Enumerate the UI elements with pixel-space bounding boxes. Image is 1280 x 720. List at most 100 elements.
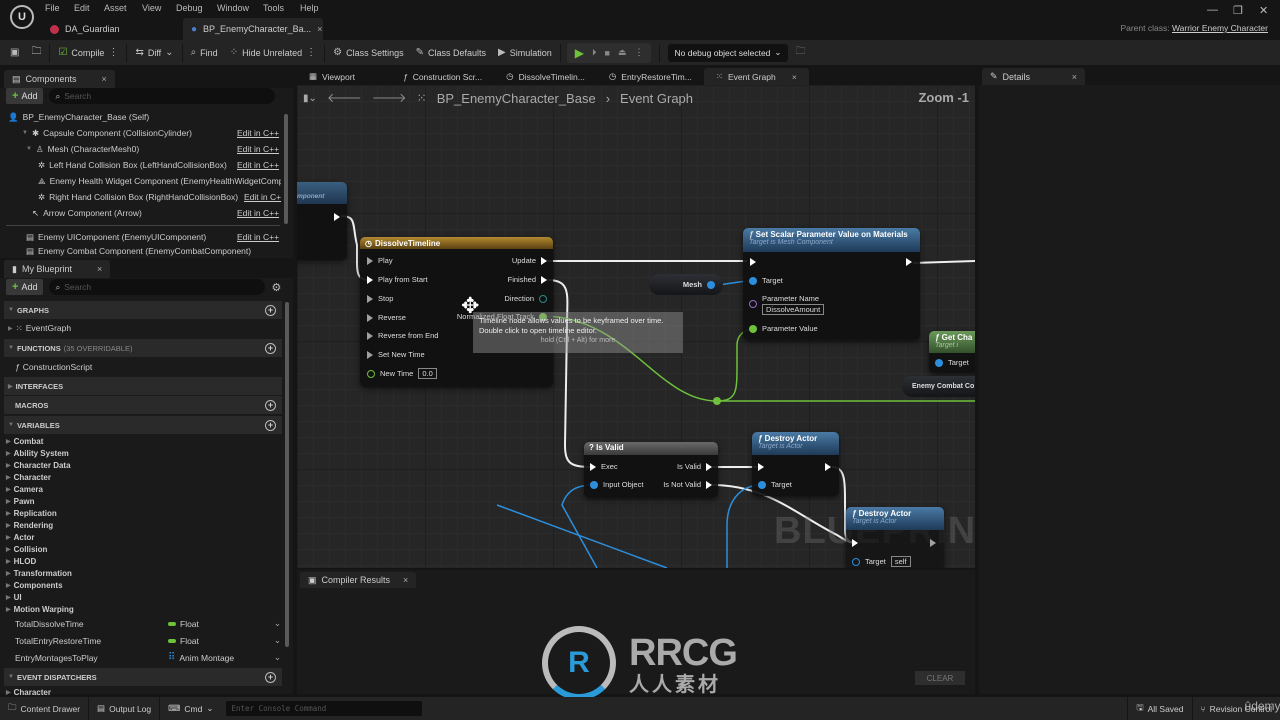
my-blueprint-search-input[interactable]: ⌕ Search xyxy=(49,279,266,295)
variable-category[interactable]: ▶ Components xyxy=(6,579,63,591)
is-valid-node[interactable]: ? Is Valid Exec Input Object Is Valid Is… xyxy=(584,442,718,498)
stop-icon[interactable]: ■ xyxy=(605,48,610,58)
component-item-self[interactable]: 👤 BP_EnemyCharacter_Base (Self) xyxy=(8,109,288,125)
pin-play-from-start[interactable]: Play from Start xyxy=(367,275,428,284)
pin-set-new-time[interactable]: Set New Time xyxy=(367,350,425,359)
breadcrumb-blueprint[interactable]: BP_EnemyCharacter_Base xyxy=(437,91,596,106)
chevron-down-icon[interactable]: ⌄ xyxy=(274,635,281,646)
variables-section-header[interactable]: ▼ VARIABLES + xyxy=(4,416,282,434)
add-member-button[interactable]: + Add xyxy=(6,279,44,295)
menu-window[interactable]: Window xyxy=(217,3,249,13)
variable-row[interactable]: TotalDissolveTime Float ⌄ xyxy=(15,615,283,632)
exec-out-pin[interactable] xyxy=(825,463,831,471)
parent-class-link[interactable]: Warrior Enemy Character xyxy=(1172,23,1268,33)
edit-in-cpp-link[interactable]: Edit in C++ xyxy=(237,208,279,218)
exec-in-pin[interactable] xyxy=(750,258,756,266)
destroy-actor-node-1[interactable]: ƒ Destroy Actor Target is Actor Target xyxy=(752,432,839,496)
diff-button[interactable]: ⇆ Diff ⌄ xyxy=(129,40,179,65)
my-blueprint-tab[interactable]: ▮ My Blueprint × xyxy=(4,260,111,278)
pin-input-object[interactable]: Input Object xyxy=(590,480,643,489)
edit-in-cpp-link[interactable]: Edit in C++ xyxy=(237,232,279,242)
component-item-arrow[interactable]: ↖ Arrow Component (Arrow) Edit in C++ xyxy=(32,205,312,221)
pin-update[interactable]: Update xyxy=(512,256,547,265)
compiler-results-tab[interactable]: ▣ Compiler Results × xyxy=(300,572,417,588)
clear-button[interactable]: CLEAR xyxy=(915,671,965,685)
pin-parameter-value[interactable]: Parameter Value xyxy=(749,324,818,333)
add-graph-icon[interactable]: + xyxy=(265,304,276,316)
component-item-enemy-combat[interactable]: ▤ Enemy Combat Component (EnemyCombatComp… xyxy=(26,245,281,257)
event-dispatchers-section-header[interactable]: ▼ EVENT DISPATCHERS + xyxy=(4,668,282,686)
more-options-icon[interactable]: ⋮ xyxy=(634,47,643,58)
expand-arrow-icon[interactable]: ▼ xyxy=(26,146,32,152)
components-tab[interactable]: ▤ Components × xyxy=(4,70,115,88)
target-self-input[interactable]: self xyxy=(890,556,911,567)
macros-section-header[interactable]: MACROS + xyxy=(4,396,282,414)
exec-out-pin[interactable] xyxy=(930,539,936,547)
settings-gear-icon[interactable]: ⚙ xyxy=(271,281,281,294)
close-icon[interactable]: × xyxy=(403,575,408,585)
tab-dissolve-timeline[interactable]: ◷ DissolveTimelin... xyxy=(494,68,597,85)
breadcrumb-graph[interactable]: Event Graph xyxy=(620,91,693,106)
menu-file[interactable]: File xyxy=(45,3,60,13)
variable-category[interactable]: ▶ Collision xyxy=(6,543,47,555)
expand-arrow-icon[interactable]: ▼ xyxy=(22,130,28,136)
compile-button[interactable]: ☑ Compile ⋮ xyxy=(52,40,124,65)
minimize-button[interactable]: — xyxy=(1207,4,1218,16)
doc-tab-bp-enemy[interactable]: ● BP_EnemyCharacter_Ba... × xyxy=(183,18,323,40)
graphs-section-header[interactable]: ▼ GRAPHS + xyxy=(4,301,282,319)
enemy-combat-getter-node[interactable]: Enemy Combat Co xyxy=(902,376,975,397)
pin-play[interactable]: Play xyxy=(367,256,393,265)
find-button[interactable]: ⌕ Find xyxy=(185,40,224,65)
variable-category[interactable]: ▶ Character Data xyxy=(6,459,71,471)
set-scalar-parameter-node[interactable]: ƒ Set Scalar Parameter Value on Material… xyxy=(743,228,920,340)
variable-category[interactable]: ▶ HLOD xyxy=(6,555,36,567)
pin-exec[interactable]: Exec xyxy=(590,462,618,471)
variable-category[interactable]: ▶ Transformation xyxy=(6,567,72,579)
more-options-icon[interactable]: ⋮ xyxy=(108,47,118,58)
close-window-button[interactable]: ✕ xyxy=(1259,4,1268,17)
component-item-mesh[interactable]: ▼ ♙ Mesh (CharacterMesh0) Edit in C++ xyxy=(26,141,306,157)
console-command-input[interactable]: Enter Console Command xyxy=(225,701,422,716)
pin-target[interactable]: Target self xyxy=(852,556,911,567)
exec-out-pin[interactable] xyxy=(906,258,912,266)
variable-row[interactable]: EntryMontagesToPlay ⠿ Anim Montage ⌄ xyxy=(15,649,283,666)
eject-icon[interactable]: ⏏ xyxy=(618,47,627,58)
debug-object-select[interactable]: No debug object selected ⌄ xyxy=(668,43,788,62)
close-icon[interactable]: × xyxy=(102,74,107,84)
browse-button[interactable]: 🗀 xyxy=(25,40,47,65)
menu-tools[interactable]: Tools xyxy=(263,3,284,13)
exec-in-pin[interactable] xyxy=(852,539,858,547)
all-saved-button[interactable]: 🖫 All Saved xyxy=(1127,697,1193,720)
edit-in-cpp-link[interactable]: Edit in C++ xyxy=(237,144,279,154)
event-graph-canvas[interactable]: ▮⌄ 🡐 🡒 ⁙ BP_EnemyCharacter_Base › Event … xyxy=(297,85,975,568)
components-scrollbar[interactable] xyxy=(284,114,288,224)
pin-target[interactable]: Target xyxy=(749,276,783,285)
pin-parameter-name[interactable]: Parameter Name DissolveAmount xyxy=(749,294,825,315)
menu-edit[interactable]: Edit xyxy=(74,3,90,13)
maximize-button[interactable]: ❐ xyxy=(1233,4,1243,17)
variable-category[interactable]: ▶ Ability System xyxy=(6,447,69,459)
exec-in-pin[interactable] xyxy=(758,463,764,471)
interfaces-section-header[interactable]: ▶ INTERFACES xyxy=(4,377,282,395)
tab-entry-restore-timeline[interactable]: ◷ EntryRestoreTim... xyxy=(597,68,704,85)
my-blueprint-scrollbar[interactable] xyxy=(285,302,289,647)
variable-type[interactable]: Float xyxy=(168,636,199,646)
tab-viewport[interactable]: ▦ Viewport xyxy=(297,68,367,85)
pin-finished[interactable]: Finished xyxy=(508,275,547,284)
close-icon[interactable]: × xyxy=(1072,72,1077,82)
expand-arrow-icon[interactable]: ▶ xyxy=(8,325,13,332)
doc-tab-da-guardian[interactable]: DA_Guardian xyxy=(42,18,128,40)
output-log-button[interactable]: ▤ Output Log xyxy=(89,697,161,720)
simulation-button[interactable]: ▶ Simulation xyxy=(492,40,558,65)
exec-out-pin[interactable] xyxy=(334,213,340,221)
pin-reverse[interactable]: Reverse xyxy=(367,313,406,322)
unreal-logo-icon[interactable]: U xyxy=(10,5,34,29)
close-icon[interactable]: × xyxy=(97,264,102,274)
variable-category[interactable]: ▶ UI xyxy=(6,591,22,603)
components-search-input[interactable]: ⌕ Search xyxy=(49,88,276,104)
variable-category[interactable]: ▶ Rendering xyxy=(6,519,53,531)
pin-target[interactable]: Target xyxy=(935,358,969,367)
component-item-health-widget[interactable]: ⟁ Enemy Health Widget Component (EnemyHea… xyxy=(38,173,281,189)
content-drawer-button[interactable]: 🗀 Content Drawer xyxy=(0,697,90,720)
edit-in-cpp-link[interactable]: Edit in C++ xyxy=(237,160,279,170)
